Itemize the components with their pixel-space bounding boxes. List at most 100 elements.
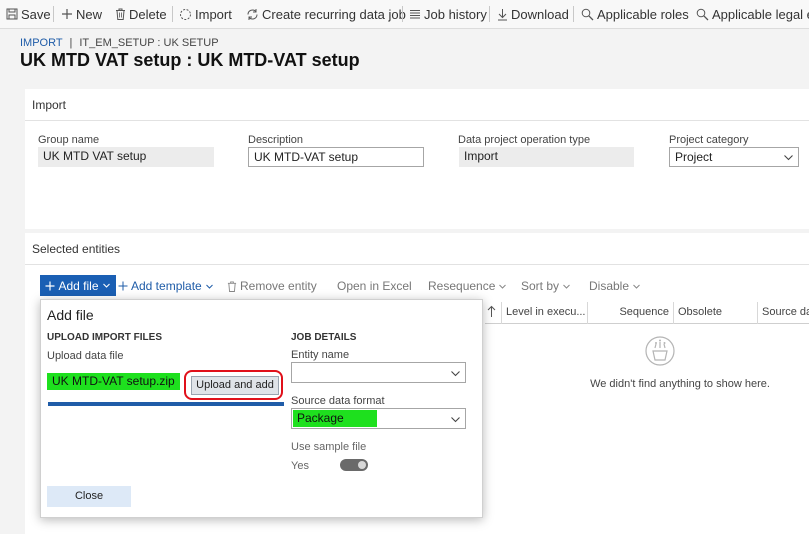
project-category-label: Project category — [669, 134, 749, 146]
download-label: Download — [511, 6, 569, 22]
open-in-excel-button[interactable]: Open in Excel — [337, 276, 412, 296]
project-category-select[interactable]: Project — [669, 147, 799, 167]
add-template-button[interactable]: Add template — [118, 276, 214, 296]
toggle-knob — [358, 461, 366, 469]
applicable-roles-label: Applicable roles — [597, 6, 689, 22]
remove-entity-label: Remove entity — [240, 279, 317, 293]
page-title: UK MTD VAT setup : UK MTD-VAT setup — [20, 50, 360, 70]
upload-progress-bar — [48, 402, 284, 406]
sort-by-label: Sort by — [521, 279, 560, 293]
import-button[interactable]: Import — [179, 0, 232, 28]
entity-name-label: Entity name — [291, 349, 350, 361]
remove-entity-button[interactable]: Remove entity — [227, 276, 317, 296]
new-button[interactable]: New — [61, 0, 102, 28]
column-source-data[interactable]: Source da — [757, 302, 809, 324]
description-label: Description — [248, 134, 304, 146]
use-sample-file-label: Use sample file — [291, 441, 367, 453]
create-recurring-data-job-button[interactable]: Create recurring data job — [246, 0, 406, 28]
plus-icon — [118, 281, 128, 291]
job-history-label: Job history — [424, 6, 487, 22]
toolbar-divider — [573, 6, 574, 22]
column-level-in-execution[interactable]: Level in execu... — [501, 302, 587, 324]
upload-import-files-heading: UPLOAD IMPORT FILES — [47, 332, 162, 343]
source-data-format-select[interactable]: Package — [291, 408, 466, 429]
add-file-button[interactable]: Add file — [40, 275, 116, 296]
column-obsolete[interactable]: Obsolete — [673, 302, 757, 324]
download-button[interactable]: Download — [497, 0, 569, 28]
uploaded-file-name: UK MTD-VAT setup.zip — [47, 373, 180, 390]
chevron-down-icon — [498, 282, 507, 291]
use-sample-file-toggle[interactable] — [340, 459, 368, 471]
chevron-down-icon — [783, 152, 794, 163]
new-label: New — [76, 6, 103, 22]
project-category-value: Project — [675, 150, 713, 164]
description-field[interactable]: UK MTD-VAT setup — [248, 147, 424, 167]
sort-by-button[interactable]: Sort by — [521, 276, 571, 296]
resequence-label: Resequence — [428, 279, 496, 293]
breadcrumb-separator: | — [69, 37, 73, 49]
applicable-legal-entities-label: Applicable legal en — [712, 6, 809, 22]
open-in-excel-label: Open in Excel — [337, 279, 412, 293]
column-sequence[interactable]: Sequence — [587, 302, 673, 324]
import-section: Import Group name UK MTD VAT setup Descr… — [25, 89, 809, 229]
add-file-panel: Add file UPLOAD IMPORT FILES Upload data… — [40, 299, 483, 518]
selected-entities-header[interactable]: Selected entities — [25, 233, 809, 265]
toolbar-divider — [172, 6, 173, 22]
trash-icon — [227, 281, 237, 292]
operation-type-label: Data project operation type — [458, 134, 591, 146]
save-label: Save — [21, 6, 51, 22]
breadcrumb-current: IT_EM_SETUP : UK SETUP — [79, 37, 219, 49]
entities-grid-header: Level in execu... Sequence Obsolete Sour… — [485, 302, 809, 324]
create-recurring-data-job-label: Create recurring data job — [262, 6, 406, 22]
operation-type-field: Import — [459, 147, 634, 167]
sort-arrow-icon[interactable] — [487, 305, 496, 318]
breadcrumb-import-link[interactable]: IMPORT — [20, 37, 62, 49]
import-label: Import — [195, 6, 232, 22]
save-icon — [6, 8, 18, 20]
action-bar: Save New Delete Import Create recurring … — [0, 0, 809, 29]
applicable-legal-entities-button[interactable]: Applicable legal en — [696, 0, 809, 28]
disable-button[interactable]: Disable — [589, 276, 641, 296]
disable-label: Disable — [589, 279, 630, 293]
chevron-down-icon — [632, 282, 641, 291]
group-name-field: UK MTD VAT setup — [38, 147, 214, 167]
add-file-panel-title: Add file — [47, 307, 94, 323]
recurring-icon — [246, 8, 259, 21]
group-name-label: Group name — [38, 134, 100, 146]
list-icon — [409, 8, 421, 20]
close-button[interactable]: Close — [47, 486, 131, 507]
applicable-roles-button[interactable]: Applicable roles — [581, 0, 689, 28]
plus-icon — [45, 281, 55, 291]
search-icon — [581, 8, 594, 21]
add-file-label: Add file — [58, 278, 99, 293]
toolbar-divider — [402, 6, 403, 22]
source-data-format-label: Source data format — [291, 395, 385, 407]
job-history-button[interactable]: Job history — [409, 0, 487, 28]
import-icon — [179, 8, 192, 21]
empty-state-icon — [645, 334, 675, 366]
toolbar-divider — [489, 6, 490, 22]
upload-and-add-button[interactable]: Upload and add — [191, 376, 279, 395]
upload-data-file-label: Upload data file — [47, 350, 124, 362]
chevron-down-icon — [450, 414, 461, 425]
use-sample-file-value: Yes — [291, 460, 309, 472]
job-details-heading: JOB DETAILS — [291, 332, 357, 343]
import-section-header[interactable]: Import — [25, 89, 809, 121]
plus-icon — [61, 8, 73, 20]
search-icon — [696, 8, 709, 21]
toolbar-divider — [53, 6, 54, 22]
delete-button[interactable]: Delete — [115, 0, 167, 28]
download-icon — [497, 8, 508, 21]
resequence-button[interactable]: Resequence — [428, 276, 507, 296]
save-button[interactable]: Save — [6, 0, 51, 28]
delete-label: Delete — [129, 6, 167, 22]
trash-icon — [115, 8, 126, 20]
chevron-down-icon — [450, 368, 461, 379]
breadcrumb: IMPORT | IT_EM_SETUP : UK SETUP — [20, 37, 219, 49]
entity-name-select[interactable] — [291, 362, 466, 383]
source-data-format-value: Package — [293, 410, 377, 427]
add-template-label: Add template — [131, 279, 202, 293]
chevron-down-icon — [102, 281, 111, 290]
empty-state-message: We didn't find anything to show here. — [590, 378, 770, 390]
chevron-down-icon — [562, 282, 571, 291]
